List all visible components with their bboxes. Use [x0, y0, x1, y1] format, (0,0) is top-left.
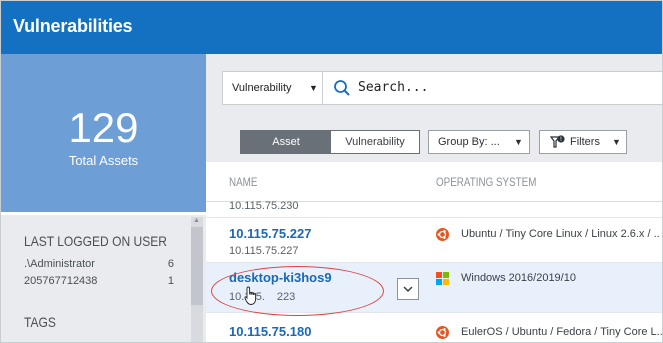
facet-panel: Last Logged On User .\Administrator 6 20… — [1, 215, 206, 342]
group-by-label: Group By: ... — [438, 136, 500, 148]
search-input[interactable]: Search... — [358, 72, 428, 104]
row-expand-button[interactable] — [397, 278, 419, 300]
caret-down-icon: ▼ — [309, 83, 318, 93]
facet-user-row[interactable]: 205767712438 1 — [24, 275, 174, 287]
ubuntu-icon — [436, 326, 449, 339]
search-bar: Vulnerability ▼ Search... — [222, 71, 662, 105]
facet-user-name: 205767712438 — [24, 275, 98, 287]
facet-user-name: .\Administrator — [24, 258, 95, 270]
caret-down-icon: ▼ — [514, 137, 523, 147]
left-sidebar: 129 Total Assets Last Logged On User .\A… — [1, 54, 206, 342]
total-assets-count: 129 — [68, 104, 139, 151]
filter-icon: ! — [550, 135, 565, 148]
windows-icon — [436, 272, 449, 285]
row-ip: 10.115.75.227 — [229, 245, 299, 257]
row-os: Ubuntu / Tiny Core Linux / Linux 2.6.x /… — [461, 228, 660, 240]
chevron-down-icon — [403, 286, 413, 293]
total-assets-label: Total Assets — [68, 153, 139, 168]
vulnerability-view-tab[interactable]: Vulnerability — [331, 131, 419, 153]
tags-header: Tags — [24, 314, 56, 330]
search-scope-select[interactable]: Vulnerability ▼ — [223, 72, 323, 104]
svg-text:!: ! — [560, 136, 562, 143]
asset-name-link[interactable]: 10.115.75.180 — [229, 324, 311, 339]
filters-button[interactable]: ! Filters ▼ — [539, 130, 627, 154]
scroll-up-arrow-icon[interactable]: ▲ — [193, 217, 200, 224]
main-content: Vulnerability ▼ Search... Asset Vulnerab… — [206, 54, 663, 342]
annotation-highlight-circle — [211, 266, 384, 316]
scrollbar-thumb[interactable] — [191, 227, 203, 305]
row-os: Windows 2016/2019/10 — [461, 272, 576, 284]
table-row[interactable]: 10.115.75.230 — [206, 200, 662, 218]
facet-scrollbar[interactable]: ▲ — [191, 217, 203, 342]
table-row[interactable]: 10.115.75.180 EulerOS / Ubuntu / Fedora … — [206, 313, 663, 342]
column-name-header[interactable]: Name — [229, 175, 257, 189]
caret-down-icon: ▼ — [612, 137, 621, 147]
vulnerabilities-window: Vulnerabilities 129 Total Assets Last Lo… — [0, 0, 663, 343]
row-os: EulerOS / Ubuntu / Fedora / Tiny Core L.… — [461, 326, 663, 338]
table-row[interactable]: 10.115.75.227 10.115.75.227 Ubuntu / Tin… — [206, 218, 662, 263]
search-icon — [334, 80, 350, 96]
page-title: Vulnerabilities — [13, 16, 133, 36]
hand-cursor-icon — [244, 286, 257, 305]
facet-user-count: 6 — [167, 258, 174, 270]
view-toggle: Asset Vulnerability — [240, 130, 420, 154]
total-assets-card[interactable]: 129 Total Assets — [1, 54, 206, 212]
last-logged-user-header: Last Logged On User — [24, 233, 167, 249]
column-os-header[interactable]: Operating System — [436, 175, 536, 189]
row-ip: 10.115.75.230 — [229, 200, 299, 212]
title-bar: Vulnerabilities — [1, 1, 662, 54]
toolbar-area: Vulnerability ▼ Search... Asset Vulnerab… — [206, 54, 662, 162]
group-by-dropdown[interactable]: Group By: ... ▼ — [428, 130, 530, 154]
asset-name-link[interactable]: 10.115.75.227 — [229, 226, 311, 241]
facet-user-count: 1 — [167, 275, 174, 287]
facet-user-row[interactable]: .\Administrator 6 — [24, 258, 174, 270]
filters-label: Filters — [570, 136, 600, 148]
ubuntu-icon — [436, 228, 449, 241]
table-header: Name Operating System — [206, 162, 662, 202]
asset-view-tab[interactable]: Asset — [241, 131, 331, 153]
search-scope-value: Vulnerability — [232, 82, 292, 94]
